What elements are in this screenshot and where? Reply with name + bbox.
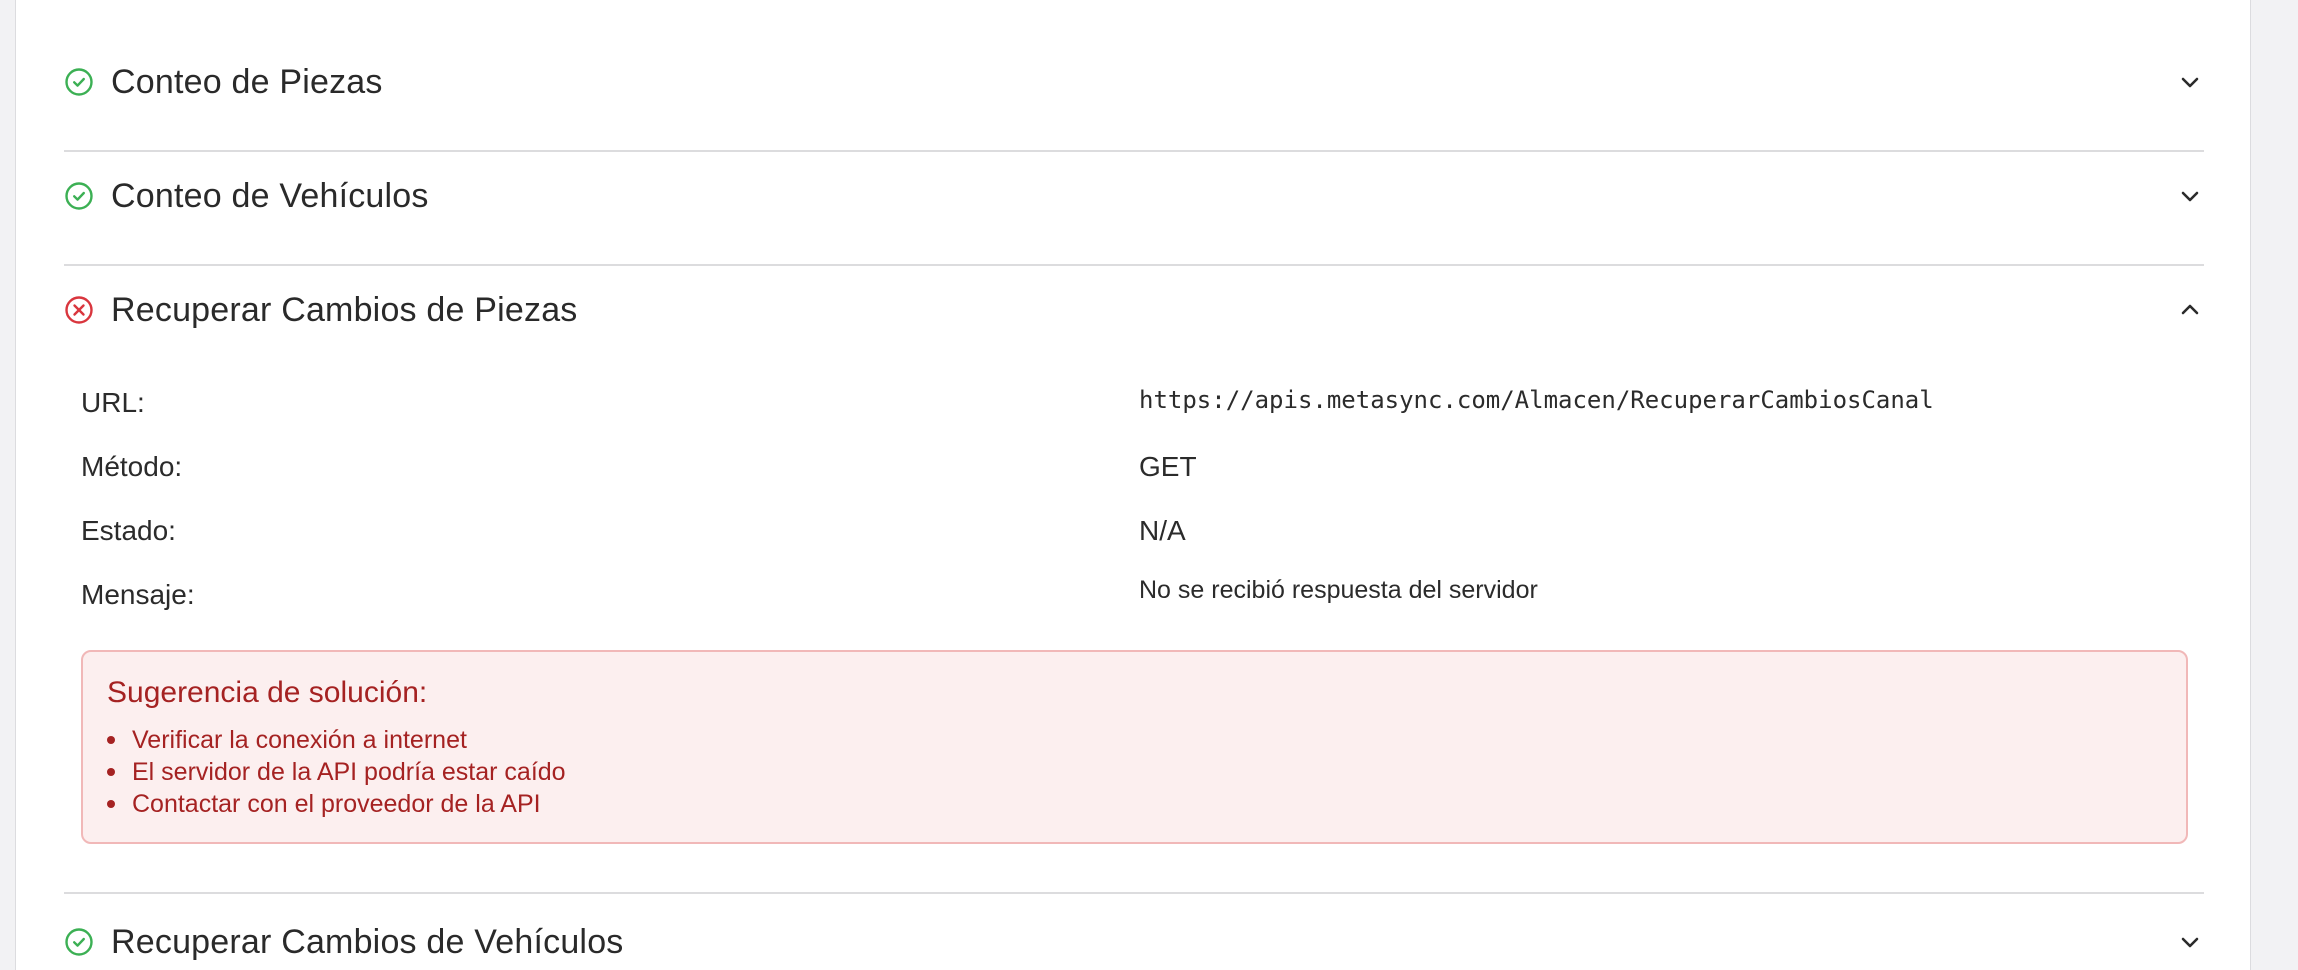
- section-title: Conteo de Vehículos: [111, 176, 429, 215]
- message-label: Mensaje:: [81, 579, 195, 610]
- message-value: No se recibió respuesta del servidor: [1139, 576, 1538, 604]
- section-divider: [64, 150, 2204, 152]
- method-value: GET: [1139, 451, 1197, 482]
- section-divider: [64, 264, 2204, 266]
- section-header-recuperar-cambios-vehiculos[interactable]: Recuperar Cambios de Vehículos: [64, 912, 2204, 970]
- suggestion-title: Sugerencia de solución:: [107, 676, 428, 709]
- chevron-down-icon[interactable]: [2178, 930, 2202, 954]
- chevron-up-icon[interactable]: [2178, 298, 2202, 322]
- section-header-conteo-piezas[interactable]: Conteo de Piezas: [64, 52, 2204, 112]
- section-header-recuperar-cambios-piezas[interactable]: Recuperar Cambios de Piezas: [64, 280, 2204, 340]
- check-circle-icon: [64, 181, 94, 211]
- chevron-down-icon[interactable]: [2178, 70, 2202, 94]
- chevron-down-icon[interactable]: [2178, 184, 2202, 208]
- suggestion-list: Verificar la conexión a internet El serv…: [107, 724, 566, 820]
- check-circle-icon: [64, 67, 94, 97]
- url-label: URL:: [81, 387, 145, 418]
- method-label: Método:: [81, 451, 183, 482]
- state-value: N/A: [1139, 515, 1186, 546]
- section-title: Recuperar Cambios de Vehículos: [111, 922, 624, 961]
- bullet: [107, 800, 115, 808]
- bullet: [107, 736, 115, 744]
- list-item: El servidor de la API podría estar caído: [107, 756, 566, 788]
- list-item: Contactar con el proveedor de la API: [107, 788, 566, 820]
- section-title: Recuperar Cambios de Piezas: [111, 290, 578, 329]
- suggestion-item-text: Contactar con el proveedor de la API: [132, 790, 541, 818]
- state-label: Estado:: [81, 515, 176, 546]
- section-divider: [64, 892, 2204, 894]
- suggestion-item-text: El servidor de la API podría estar caído: [132, 758, 566, 786]
- bullet: [107, 768, 115, 776]
- list-item: Verificar la conexión a internet: [107, 724, 566, 756]
- section-title: Conteo de Piezas: [111, 62, 383, 101]
- x-circle-icon: [64, 295, 94, 325]
- suggestion-item-text: Verificar la conexión a internet: [132, 726, 467, 754]
- check-circle-icon: [64, 927, 94, 957]
- section-header-conteo-vehiculos[interactable]: Conteo de Vehículos: [64, 166, 2204, 226]
- suggestion-box: Sugerencia de solución: Verificar la con…: [81, 650, 2188, 844]
- url-value: https://apis.metasync.com/Almacen/Recupe…: [1139, 386, 1934, 414]
- integration-status-card: Conteo de Piezas Conteo de Vehículos Rec…: [15, 0, 2251, 970]
